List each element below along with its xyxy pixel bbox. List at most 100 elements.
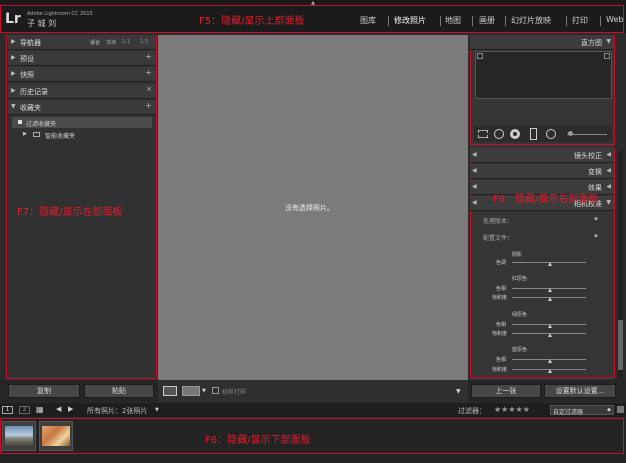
blue-hue-label: 色相	[496, 357, 507, 363]
module-web[interactable]: Web	[606, 15, 623, 24]
module-develop[interactable]: 修改照片	[394, 15, 426, 26]
process-version-label: 处理版本：	[483, 218, 514, 225]
loupe-view-icon[interactable]	[163, 386, 177, 396]
crop-tool-icon[interactable]	[478, 130, 488, 138]
view-1-button[interactable]: 1	[2, 406, 13, 414]
collapse-arrow-icon: ▼	[11, 103, 16, 110]
red-saturation-label: 饱和度	[492, 295, 508, 301]
profile-dropdown-icon[interactable]: ◆	[594, 233, 598, 239]
collapse-arrow-icon: ▼	[606, 38, 611, 45]
spot-removal-icon[interactable]	[494, 129, 504, 139]
module-library[interactable]: 图库	[360, 15, 376, 26]
group-red-title: 红原色	[512, 276, 528, 282]
expand-arrow-icon: ▶	[23, 131, 27, 137]
module-book[interactable]: 画册	[479, 15, 495, 26]
previous-button[interactable]: 上一张	[471, 384, 541, 398]
add-collection-icon[interactable]: +	[145, 101, 152, 110]
shadows-tint-label: 色调	[496, 260, 507, 266]
panel-collections[interactable]: ▼ 收藏夹 +	[8, 100, 156, 115]
filter-switch-icon[interactable]	[617, 406, 624, 413]
shadow-clip-icon[interactable]	[477, 53, 483, 59]
scrollbar-thumb[interactable]	[618, 320, 623, 370]
dropdown-arrow-icon: ◆	[607, 407, 611, 413]
add-preset-icon[interactable]: +	[145, 52, 152, 61]
filmstrip-cell[interactable]	[39, 421, 73, 451]
group-shadows-title: 阴影	[512, 252, 523, 258]
panel-histogram-header[interactable]: 直方图 ▼	[470, 35, 614, 50]
expand-arrow-icon: ▶	[11, 70, 16, 77]
view-2-button[interactable]: 2	[19, 406, 30, 414]
module-slideshow[interactable]: 幻灯片放映	[511, 15, 551, 26]
lr-logo: Lr	[5, 11, 21, 27]
right-scrollbar[interactable]	[618, 150, 623, 378]
red-hue-label: 色相	[496, 286, 507, 292]
soft-proof-label: 校样打样	[222, 389, 247, 396]
clear-history-icon[interactable]: ×	[146, 85, 152, 93]
red-eye-icon[interactable]	[510, 129, 520, 139]
highlight-clip-icon[interactable]	[604, 53, 610, 59]
copy-button[interactable]: 复制	[8, 384, 80, 398]
collapse-arrow-icon: ◀	[606, 183, 611, 190]
filter-label: 过滤器：	[458, 407, 486, 415]
rating-filter[interactable]: ★★★★★	[494, 405, 530, 414]
nav-fill[interactable]: 填满	[106, 39, 116, 46]
source-dropdown-icon[interactable]: ▼	[155, 407, 159, 413]
custom-filter-dropdown[interactable]: 自定过滤器 ◆	[550, 405, 614, 416]
collapse-arrow-icon: ◀	[606, 151, 611, 158]
collection-item-smart[interactable]: ▶ 智能收藏夹	[12, 129, 152, 140]
panel-history[interactable]: ▶ 历史记录 ×	[8, 84, 156, 99]
photo-thumbnail[interactable]	[42, 426, 70, 446]
panel-navigator[interactable]: ▶ 导航器 适合 填满 1:1 1:3	[8, 35, 156, 50]
bottom-panel-annotation-box	[0, 418, 624, 454]
module-map[interactable]: 地图	[445, 15, 461, 26]
panel-presets[interactable]: ▶ 预设 +	[8, 51, 156, 66]
collapse-arrow-icon: ◀	[606, 167, 611, 174]
back-arrow-icon[interactable]: ◀	[56, 405, 61, 413]
process-dropdown-icon[interactable]: ◆	[594, 216, 598, 222]
blue-saturation-label: 饱和度	[492, 367, 508, 373]
dropdown-arrow-icon[interactable]: ▼	[202, 388, 206, 394]
soft-proof-checkbox[interactable]	[212, 387, 219, 394]
annotation-left: F7：隐藏/显示左部面板	[17, 207, 123, 218]
photo-thumbnail[interactable]	[5, 426, 33, 446]
graduated-filter-icon[interactable]	[530, 128, 537, 140]
annotation-bottom: F6：隐藏/显示下部面板	[205, 435, 311, 446]
expand-arrow-icon: ▼	[606, 199, 611, 206]
collection-square-icon	[18, 120, 22, 124]
nav-1to3[interactable]: 1:3	[140, 39, 148, 45]
panel-snapshots[interactable]: ▶ 快照 +	[8, 67, 156, 82]
nav-fit[interactable]: 适合	[90, 39, 100, 46]
filmstrip-cell[interactable]	[2, 421, 36, 451]
forward-arrow-icon[interactable]: ▶	[68, 405, 73, 413]
expand-arrow-icon: ▶	[11, 38, 16, 45]
reset-defaults-button[interactable]: 设置默认设置...	[544, 384, 616, 398]
add-snapshot-icon[interactable]: +	[145, 68, 152, 77]
profile-label: 配置文件：	[483, 235, 514, 242]
histogram-display	[475, 51, 612, 99]
group-green-title: 绿原色	[512, 312, 528, 318]
before-after-icon[interactable]	[182, 386, 200, 396]
user-name: 子 城 刘	[27, 19, 57, 28]
module-print[interactable]: 打印	[572, 15, 588, 26]
product-name: Adobe Lightroom CC 2015	[27, 11, 93, 17]
paste-button[interactable]: 粘贴	[84, 384, 154, 398]
panel-lens-correction[interactable]: ◀ 镜头校正 ◀	[470, 148, 614, 163]
no-photo-message: 没有选择照片。	[285, 204, 334, 212]
green-saturation-label: 饱和度	[492, 331, 508, 337]
expand-arrow-icon: ▶	[11, 87, 16, 94]
nav-1to1[interactable]: 1:1	[122, 39, 130, 45]
panel-transform[interactable]: ◀ 变换 ◀	[470, 164, 614, 179]
group-blue-title: 蓝原色	[512, 347, 528, 353]
brush-icon	[568, 131, 573, 136]
grid-view-icon[interactable]: ▦	[36, 405, 44, 414]
folder-icon	[33, 132, 40, 137]
expand-arrow-icon: ▶	[11, 54, 16, 61]
annotation-top: F5：隐藏/显示上部面板	[199, 16, 305, 27]
brush-slider[interactable]	[567, 134, 607, 135]
annotation-right: F8：隐藏/显示右部面板	[493, 194, 599, 205]
toolbar-menu-arrow-icon[interactable]: ▼	[456, 388, 461, 395]
collection-item-filter[interactable]: 过滤收藏夹	[12, 117, 152, 128]
radial-filter-icon[interactable]	[546, 129, 556, 139]
green-hue-label: 色相	[496, 322, 507, 328]
filmstrip-source[interactable]: 所有照片：2张照片	[87, 406, 147, 416]
